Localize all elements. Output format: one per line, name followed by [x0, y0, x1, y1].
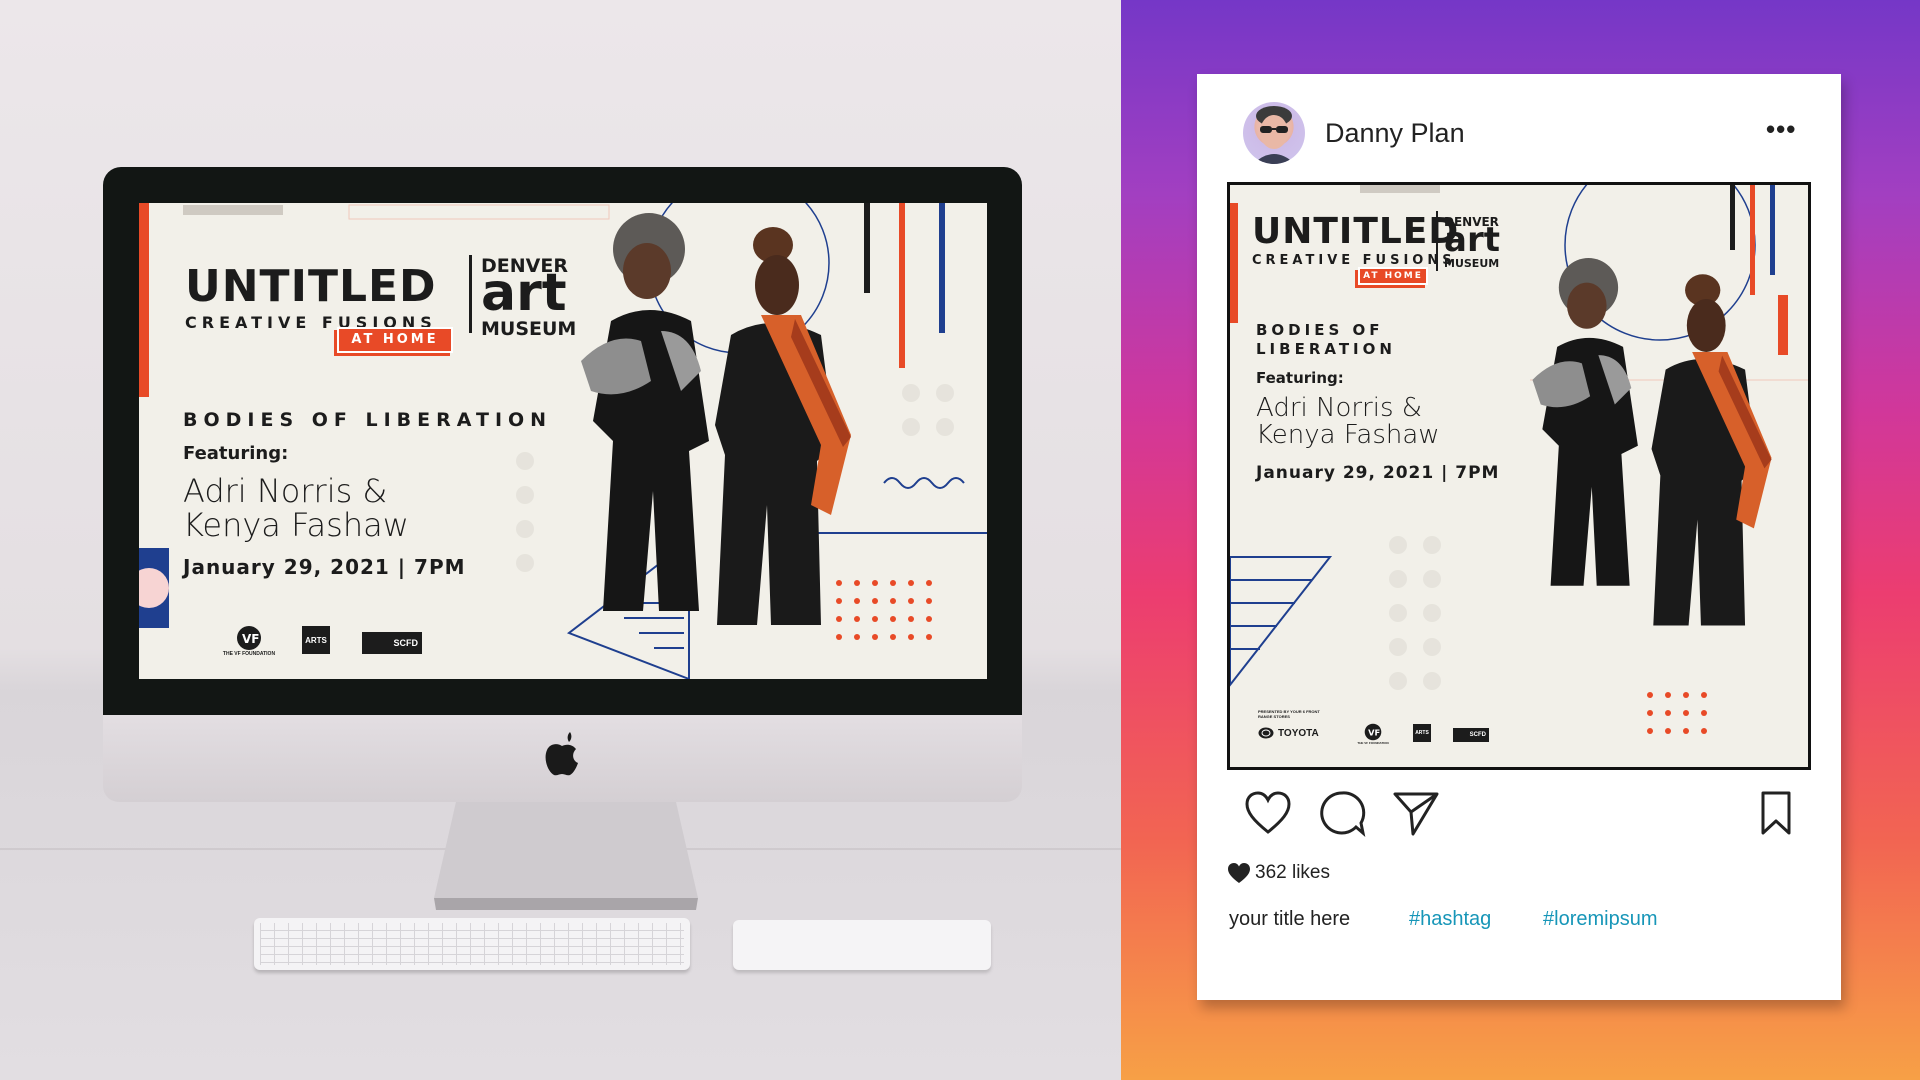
featured-artists: Adri Norris & Kenya Fashaw: [183, 472, 409, 544]
post-image-frame: UNTITLED CREATIVE FUSIONS AT HOME DENVER…: [1227, 182, 1811, 770]
logo-divider: [1436, 211, 1438, 271]
apple-logo-icon: [545, 732, 578, 776]
scfd-logo: SCFD: [1453, 728, 1489, 742]
sponsor-toyota: TOYOTA: [1258, 723, 1328, 743]
likes-heart-icon: [1228, 863, 1250, 883]
event-title: BODIES OF LIBERATION: [183, 409, 553, 431]
like-heart-icon[interactable]: [1243, 788, 1293, 838]
at-home-badge: AT HOME: [1358, 267, 1428, 285]
toyota-logo-icon: [1258, 727, 1274, 739]
sponsor-scfd: SCFD: [1452, 727, 1490, 743]
poster-subtitle: CREATIVE FUSIONS: [1252, 253, 1456, 268]
comment-icon[interactable]: [1317, 788, 1367, 838]
featuring-label: Featuring:: [183, 443, 289, 464]
sponsor-nea: ARTS: [1412, 723, 1432, 743]
at-home-badge: AT HOME: [337, 327, 453, 353]
hashtag-link[interactable]: #hashtag: [1409, 908, 1491, 931]
sponsor-scfd: SCFD: [361, 631, 423, 655]
more-options-icon[interactable]: •••: [1766, 114, 1796, 145]
poster-title: UNTITLED: [1252, 211, 1460, 252]
artist-line-1: Adri Norris &: [183, 472, 388, 510]
username[interactable]: Danny Plan: [1325, 118, 1465, 149]
sponsor-presented-by: PRESENTED BY YOUR 6 FRONT RANGE STORES: [1258, 709, 1320, 719]
featured-artists: Adri Norris & Kenya Fashaw: [1256, 393, 1440, 451]
trackpad: [733, 920, 991, 970]
sponsor-vf-foundation: VF THE VF FOUNDATION: [1356, 721, 1390, 747]
artist-line-1: Adri Norris &: [1256, 393, 1423, 423]
museum-logo-art: art: [481, 263, 567, 323]
monitor-stand: [434, 802, 698, 910]
featuring-label: Featuring:: [1256, 369, 1344, 387]
nea-logo: ARTS: [302, 626, 330, 654]
imac-monitor: UNTITLED CREATIVE FUSIONS AT HOME DENVER…: [103, 167, 1022, 802]
avatar-portrait-icon: [1253, 106, 1295, 164]
svg-text:VF: VF: [242, 632, 259, 646]
desktop-poster: UNTITLED CREATIVE FUSIONS AT HOME DENVER…: [139, 203, 987, 679]
share-send-icon[interactable]: [1391, 788, 1441, 838]
nea-logo: ARTS: [1413, 724, 1431, 742]
scfd-logo: SCFD: [362, 632, 422, 654]
keyboard: [254, 918, 690, 970]
artist-line-2: Kenya Fashaw: [183, 505, 409, 544]
vf-logo-icon: VF: [237, 626, 261, 650]
post-actions-bar: [1197, 788, 1841, 844]
event-date: January 29, 2021 | 7PM: [183, 555, 466, 579]
featured-person-right: [1651, 274, 1772, 626]
event-date: January 29, 2021 | 7PM: [1256, 463, 1500, 483]
instagram-poster[interactable]: UNTITLED CREATIVE FUSIONS AT HOME DENVER…: [1230, 185, 1808, 767]
instagram-post: Danny Plan ••• UNTITLED CREATIVE FUSIONS…: [1197, 74, 1841, 1000]
svg-text:VF: VF: [1368, 727, 1380, 737]
logo-divider: [469, 255, 472, 333]
desk-scene: UNTITLED CREATIVE FUSIONS AT HOME DENVER…: [0, 0, 1121, 1080]
featured-person-right: [715, 227, 851, 625]
instagram-background: Danny Plan ••• UNTITLED CREATIVE FUSIONS…: [1121, 0, 1920, 1080]
museum-logo-art: art: [1444, 220, 1500, 260]
sponsor-nea: ARTS: [301, 625, 331, 655]
bookmark-icon[interactable]: [1751, 788, 1801, 838]
event-title: BODIES OF LIBERATION: [1256, 321, 1396, 358]
sponsor-vf-foundation: VF THE VF FOUNDATION: [219, 623, 279, 659]
artist-line-2: Kenya Fashaw: [1256, 420, 1440, 451]
featured-person-left: [581, 213, 709, 611]
hashtag-link[interactable]: #loremipsum: [1543, 908, 1657, 931]
likes-count[interactable]: 362 likes: [1255, 862, 1330, 884]
poster-title: UNTITLED: [185, 261, 437, 312]
museum-logo-museum: MUSEUM: [1444, 257, 1500, 270]
featured-person-left: [1532, 257, 1638, 586]
vf-logo-icon: VF: [1364, 723, 1382, 741]
user-avatar[interactable]: [1243, 102, 1305, 164]
caption-title: your title here: [1229, 908, 1351, 930]
